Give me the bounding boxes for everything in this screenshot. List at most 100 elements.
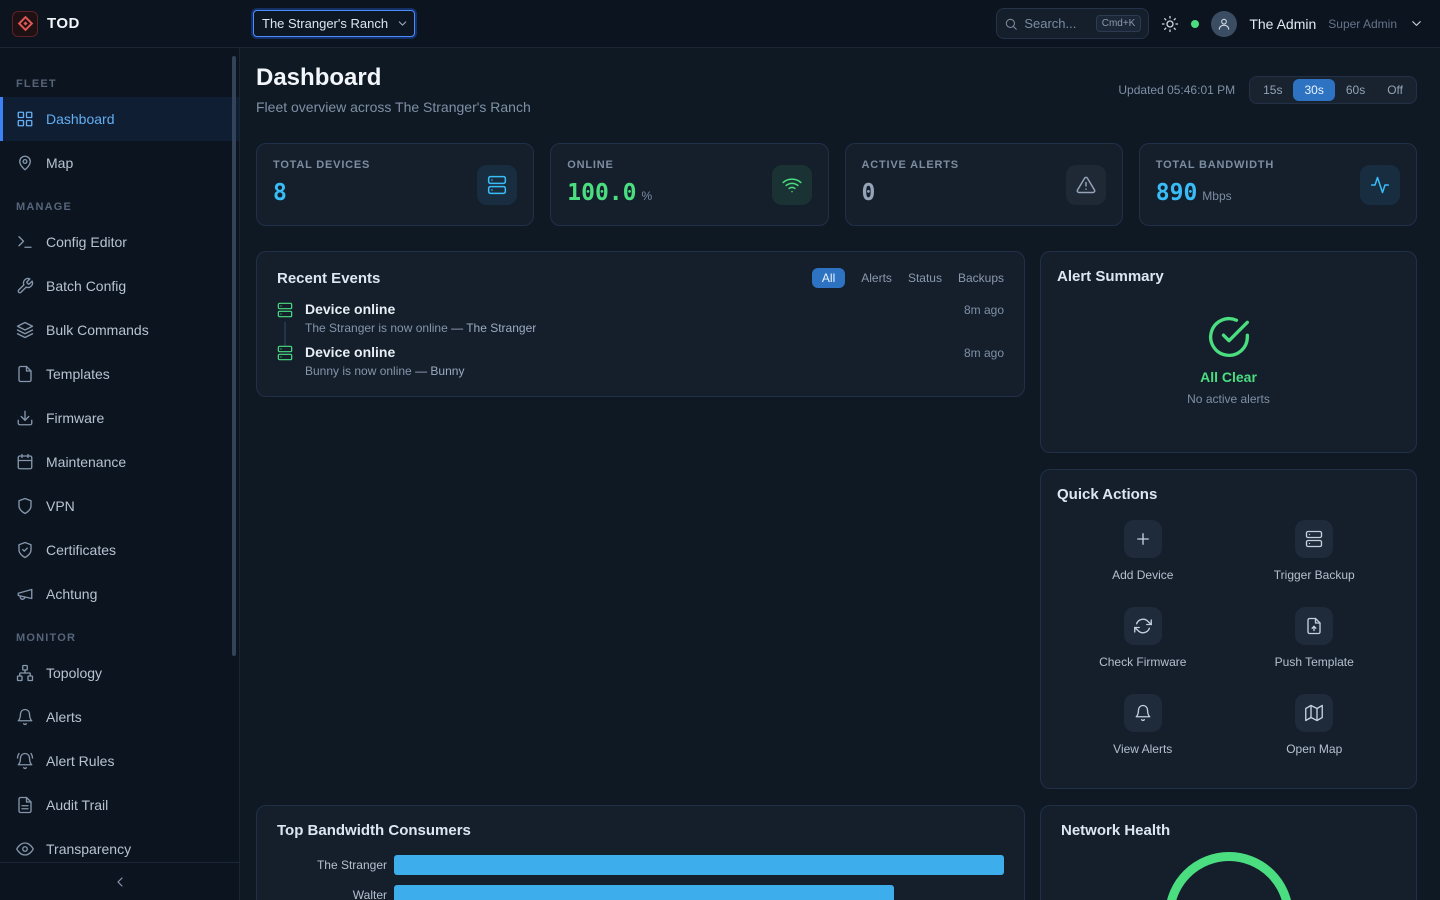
event-row[interactable]: Device online 8m ago Bunny is now online… (277, 344, 1004, 378)
chevron-down-icon (1409, 16, 1424, 31)
quick-action-push-template[interactable]: Push Template (1275, 607, 1354, 669)
topbar-right: Cmd+K The Admin Super Admin (996, 8, 1440, 39)
quick-action-open-map[interactable]: Open Map (1286, 694, 1342, 756)
sidebar-item-label: Achtung (46, 586, 97, 602)
filter-status[interactable]: Status (908, 271, 942, 285)
sidebar-item-dashboard[interactable]: Dashboard (0, 97, 239, 141)
sidebar-item-config-editor[interactable]: Config Editor (0, 220, 239, 264)
alert-summary-title: Alert Summary (1057, 268, 1400, 285)
alert-detail: No active alerts (1187, 392, 1270, 406)
search-input[interactable] (1024, 16, 1089, 31)
theme-toggle-button[interactable] (1161, 15, 1179, 33)
sidebar-item-transparency[interactable]: Transparency (0, 827, 239, 862)
stat-label: TOTAL DEVICES (273, 159, 370, 171)
ranch-selector[interactable]: The Stranger's Ranch (253, 10, 415, 37)
chevron-left-icon (112, 874, 128, 890)
sidebar-item-bulk-commands[interactable]: Bulk Commands (0, 308, 239, 352)
sidebar-item-label: Dashboard (46, 111, 115, 127)
filter-alerts[interactable]: Alerts (861, 271, 892, 285)
section-label-fleet: FLEET (16, 78, 223, 90)
file-icon (16, 365, 34, 383)
shield-check-icon (16, 541, 34, 559)
bandwidth-bar (394, 855, 1004, 875)
sidebar-item-templates[interactable]: Templates (0, 352, 239, 396)
stat-value: 8 (273, 180, 287, 206)
quick-action-view-alerts[interactable]: View Alerts (1113, 694, 1172, 756)
connection-status-dot (1191, 20, 1199, 28)
sidebar-item-alert-rules[interactable]: Alert Rules (0, 739, 239, 783)
server-icon (277, 345, 293, 361)
sidebar-item-firmware[interactable]: Firmware (0, 396, 239, 440)
event-row[interactable]: Device online 8m ago The Stranger is now… (277, 301, 1004, 335)
refresh-option-off[interactable]: Off (1376, 79, 1414, 101)
page-title: Dashboard (256, 64, 531, 92)
recent-events-card: Recent Events All Alerts Status Backups (256, 251, 1025, 397)
updated-timestamp: Updated 05:46:01 PM (1118, 83, 1235, 97)
refresh-interval-control: 15s 30s 60s Off (1249, 76, 1417, 104)
sidebar-scrollbar[interactable] (232, 56, 236, 656)
refresh-option-15s[interactable]: 15s (1252, 79, 1293, 101)
plus-icon (1124, 520, 1162, 558)
stat-unit: Mbps (1202, 189, 1231, 203)
sidebar-item-label: Alerts (46, 709, 82, 725)
bandwidth-chart: The Stranger Walter (277, 855, 1004, 900)
quick-action-trigger-backup[interactable]: Trigger Backup (1274, 520, 1355, 582)
bandwidth-row: The Stranger (277, 855, 1004, 875)
event-title: Device online (305, 301, 395, 317)
refresh-option-60s[interactable]: 60s (1335, 79, 1376, 101)
quick-action-add-device[interactable]: Add Device (1112, 520, 1173, 582)
event-filters: All Alerts Status Backups (812, 268, 1004, 288)
sidebar-item-label: Alert Rules (46, 753, 114, 769)
eye-icon (16, 840, 34, 858)
sidebar-item-maintenance[interactable]: Maintenance (0, 440, 239, 484)
search-box[interactable]: Cmd+K (996, 8, 1149, 39)
quick-actions-card: Quick Actions Add Device Trigger Backup (1040, 469, 1417, 789)
recent-events-title: Recent Events (277, 270, 380, 287)
megaphone-icon (16, 585, 34, 603)
network-health-title: Network Health (1061, 822, 1170, 839)
sidebar-item-batch-config[interactable]: Batch Config (0, 264, 239, 308)
sidebar-item-certificates[interactable]: Certificates (0, 528, 239, 572)
sidebar-item-label: Topology (46, 665, 102, 681)
bell-icon (1124, 694, 1162, 732)
bell-icon (16, 708, 34, 726)
bandwidth-device-label: Walter (277, 888, 387, 900)
sidebar-item-label: Map (46, 155, 73, 171)
section-label-manage: MANAGE (16, 201, 223, 213)
stat-value: 890 (1156, 180, 1198, 206)
sidebar-item-label: Maintenance (46, 454, 126, 470)
avatar[interactable] (1211, 11, 1237, 37)
sidebar-item-alerts[interactable]: Alerts (0, 695, 239, 739)
filter-all[interactable]: All (812, 268, 845, 288)
page-header: Dashboard Fleet overview across The Stra… (256, 64, 1417, 115)
check-circle-icon (1207, 315, 1251, 359)
sidebar-item-label: Certificates (46, 542, 116, 558)
sidebar-item-vpn[interactable]: VPN (0, 484, 239, 528)
filter-backups[interactable]: Backups (958, 271, 1004, 285)
refresh-option-30s[interactable]: 30s (1293, 79, 1334, 101)
network-icon (16, 664, 34, 682)
page-subtitle: Fleet overview across The Stranger's Ran… (256, 99, 531, 115)
sidebar-item-achtung[interactable]: Achtung (0, 572, 239, 616)
stat-value: 100.0 (567, 180, 636, 206)
sidebar-item-topology[interactable]: Topology (0, 651, 239, 695)
sidebar-item-audit-trail[interactable]: Audit Trail (0, 783, 239, 827)
server-icon (277, 302, 293, 318)
sidebar-collapse-button[interactable] (112, 874, 128, 890)
sidebar-item-label: Batch Config (46, 278, 126, 294)
sidebar-item-label: Transparency (46, 841, 131, 857)
quick-actions-title: Quick Actions (1057, 486, 1157, 503)
wrench-icon (16, 277, 34, 295)
quick-action-check-firmware[interactable]: Check Firmware (1099, 607, 1186, 669)
sidebar-item-label: Config Editor (46, 234, 127, 250)
user-menu-button[interactable] (1409, 16, 1424, 31)
search-shortcut-badge: Cmd+K (1096, 15, 1142, 32)
sidebar-item-label: Templates (46, 366, 110, 382)
wifi-icon (772, 165, 812, 205)
map-icon (1295, 694, 1333, 732)
event-description: Bunny is now online (305, 364, 412, 378)
activity-icon (1360, 165, 1400, 205)
sidebar-item-map[interactable]: Map (0, 141, 239, 185)
refresh-icon (1124, 607, 1162, 645)
file-text-icon (16, 796, 34, 814)
